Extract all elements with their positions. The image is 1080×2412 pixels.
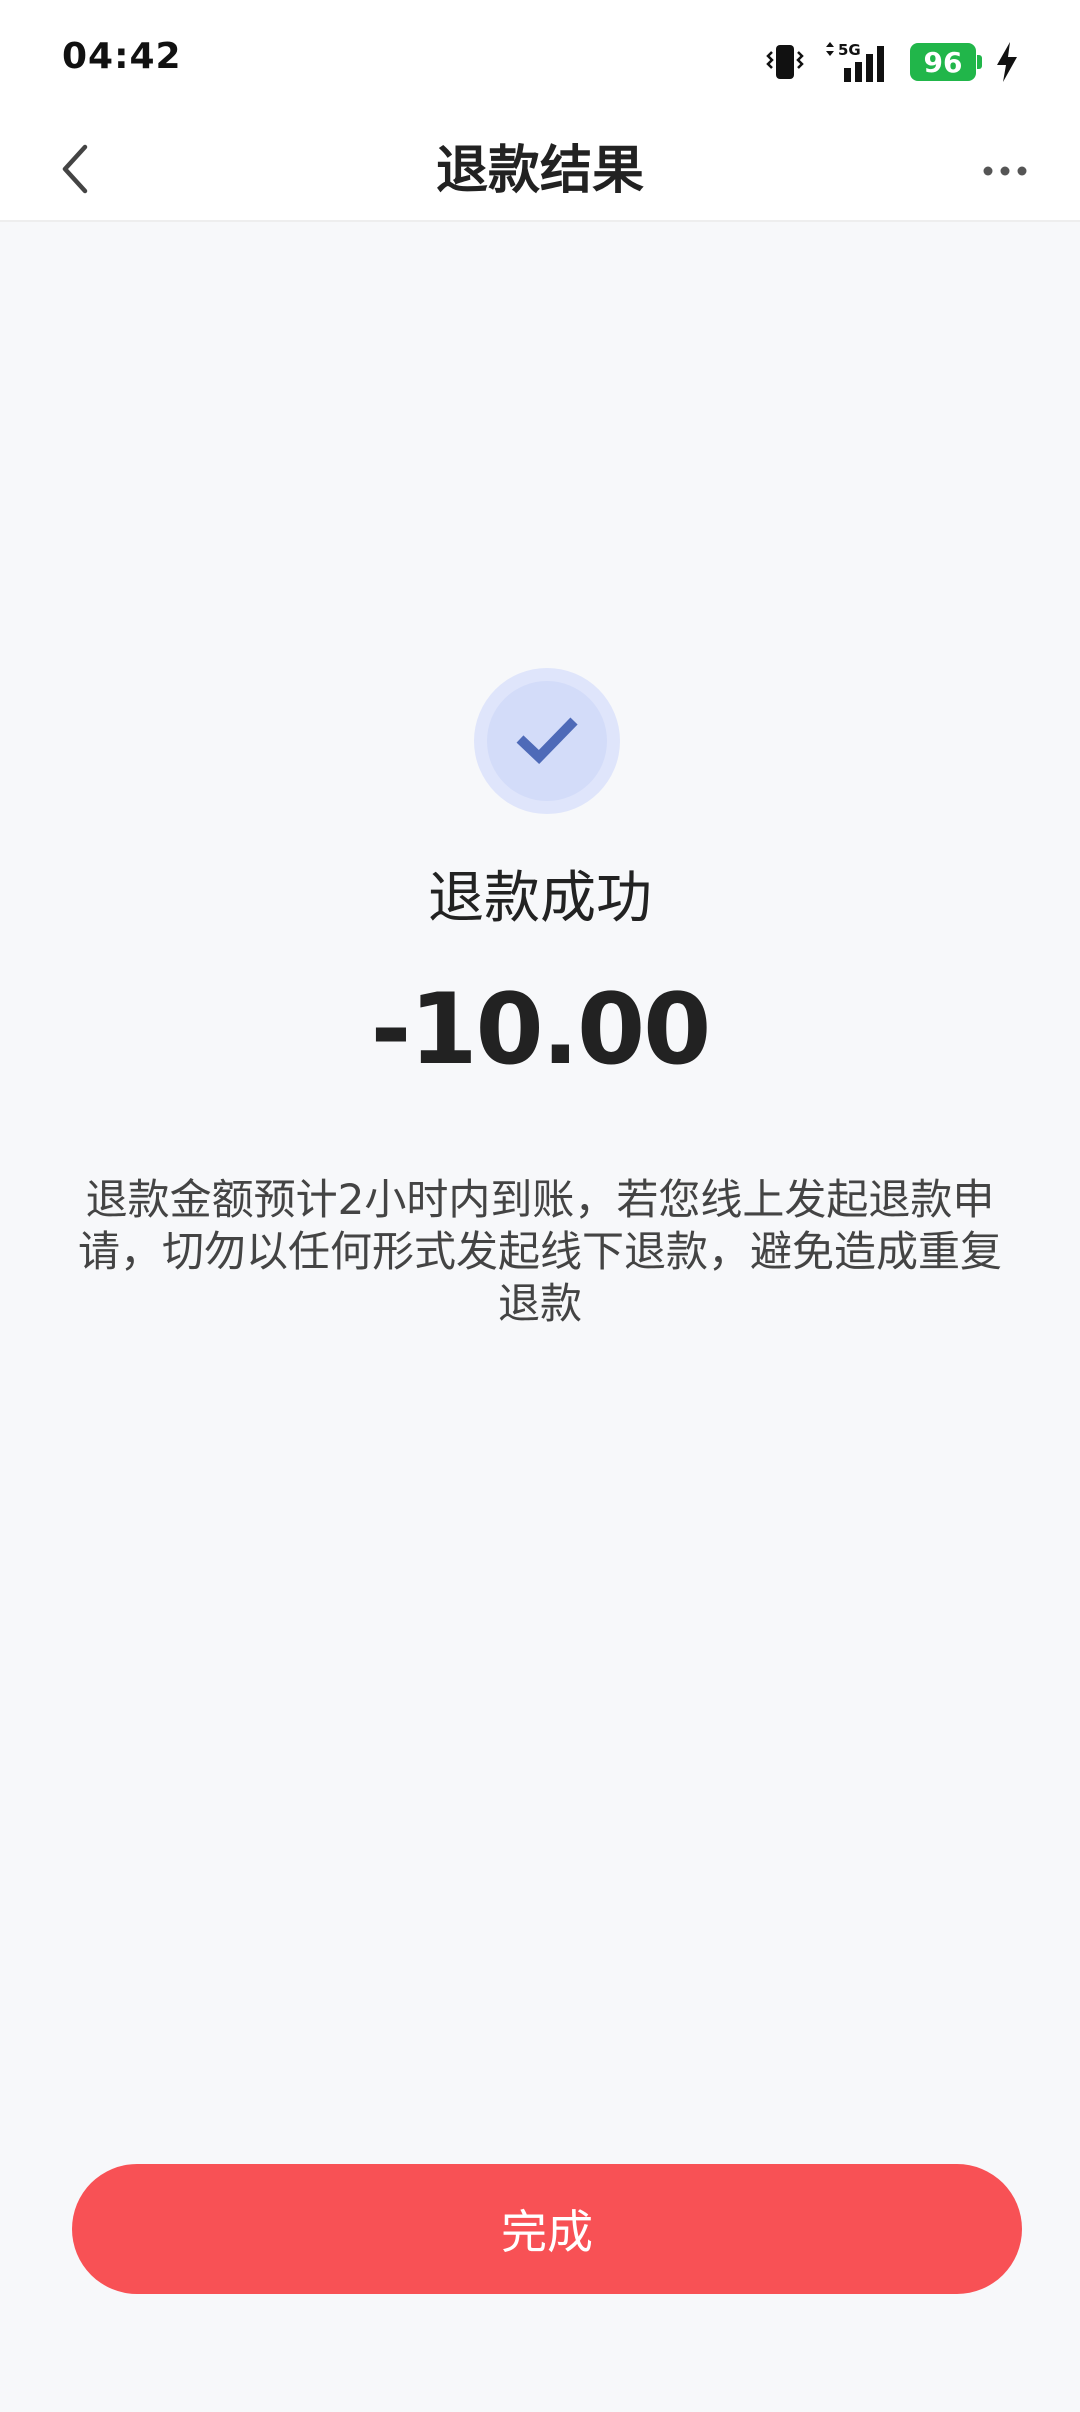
vibrate-icon [766,42,804,82]
status-icons: 5G 96 [766,38,1020,86]
result-title: 退款成功 [428,866,652,931]
success-icon-inner [487,681,607,801]
signal-icon: 5G [822,40,892,84]
more-button[interactable] [970,136,1040,206]
screen: 04:42 5G 96 退款结果 退款成功 -10.00 退款金额预计2小时内到… [0,0,1080,2412]
battery-icon: 96 [910,43,982,81]
nav-bar: 退款结果 [0,120,1080,222]
refund-amount: -10.00 [370,973,712,1087]
page-title: 退款结果 [435,141,644,201]
status-bar: 04:42 5G 96 [0,0,1080,120]
refund-notice: 退款金额预计2小时内到账，若您线上发起退款申请，切勿以任何形式发起线下退款，避免… [77,1175,1002,1328]
check-icon [515,713,579,769]
more-dots-icon [982,162,1028,181]
done-button[interactable]: 完成 [72,2164,1022,2294]
status-time: 04:42 [62,36,182,77]
network-type: 5G [838,41,861,59]
success-icon-circle [474,668,620,814]
charging-icon [994,41,1020,83]
